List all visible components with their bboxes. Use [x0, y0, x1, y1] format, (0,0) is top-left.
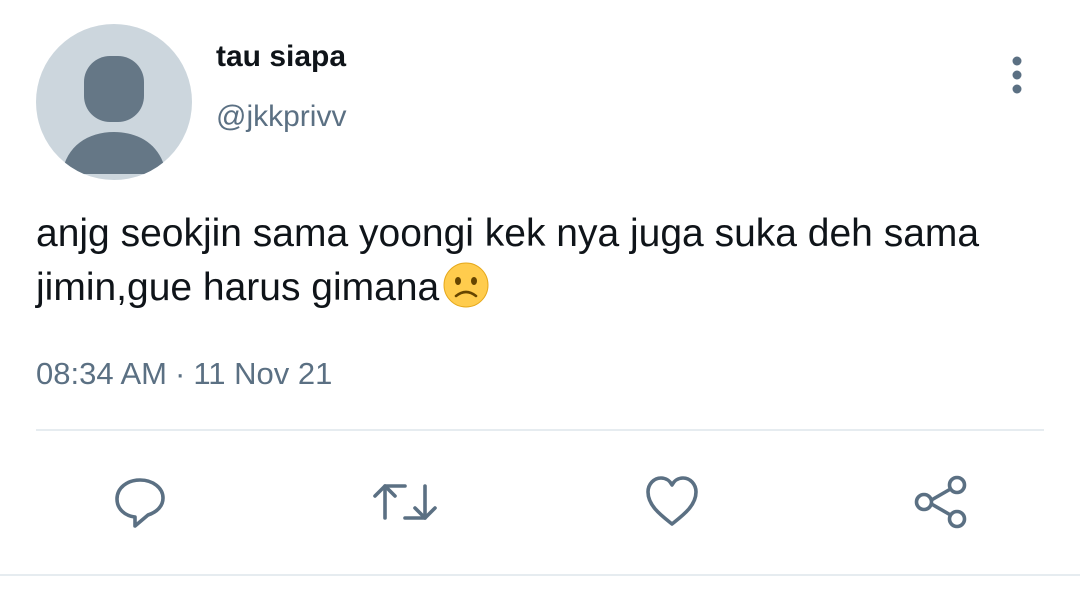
bottom-divider: [0, 574, 1080, 576]
slightly-frowning-face-icon: [443, 262, 489, 308]
timestamp-separator: ·: [174, 356, 186, 391]
default-profile-icon: [62, 56, 166, 174]
tweet-timestamp[interactable]: 08:34 AM · 11 Nov 21: [36, 356, 332, 392]
author-display-name[interactable]: tau siapa: [216, 40, 346, 74]
tweet-time: 08:34 AM: [36, 356, 167, 391]
retweet-icon: [373, 484, 437, 520]
tweet-card: tau siapa @jkkprivv anjg seokjin sama yo…: [0, 0, 1080, 594]
share-button[interactable]: [908, 470, 972, 534]
tweet-text: anjg seokjin sama yoongi kek nya juga su…: [36, 208, 1046, 314]
more-options-button[interactable]: [1000, 54, 1034, 96]
divider: [36, 429, 1044, 431]
reply-icon: [115, 478, 165, 528]
share-icon: [914, 475, 967, 529]
like-button[interactable]: [640, 470, 704, 534]
tweet-body: anjg seokjin sama yoongi kek nya juga su…: [36, 212, 980, 309]
reply-button[interactable]: [108, 470, 172, 534]
author-handle[interactable]: @jkkprivv: [216, 100, 346, 134]
heart-icon: [646, 476, 698, 526]
retweet-button[interactable]: [373, 470, 437, 534]
avatar[interactable]: [36, 24, 192, 180]
tweet-date: 11 Nov 21: [193, 356, 333, 391]
more-vertical-icon: [1012, 56, 1022, 94]
